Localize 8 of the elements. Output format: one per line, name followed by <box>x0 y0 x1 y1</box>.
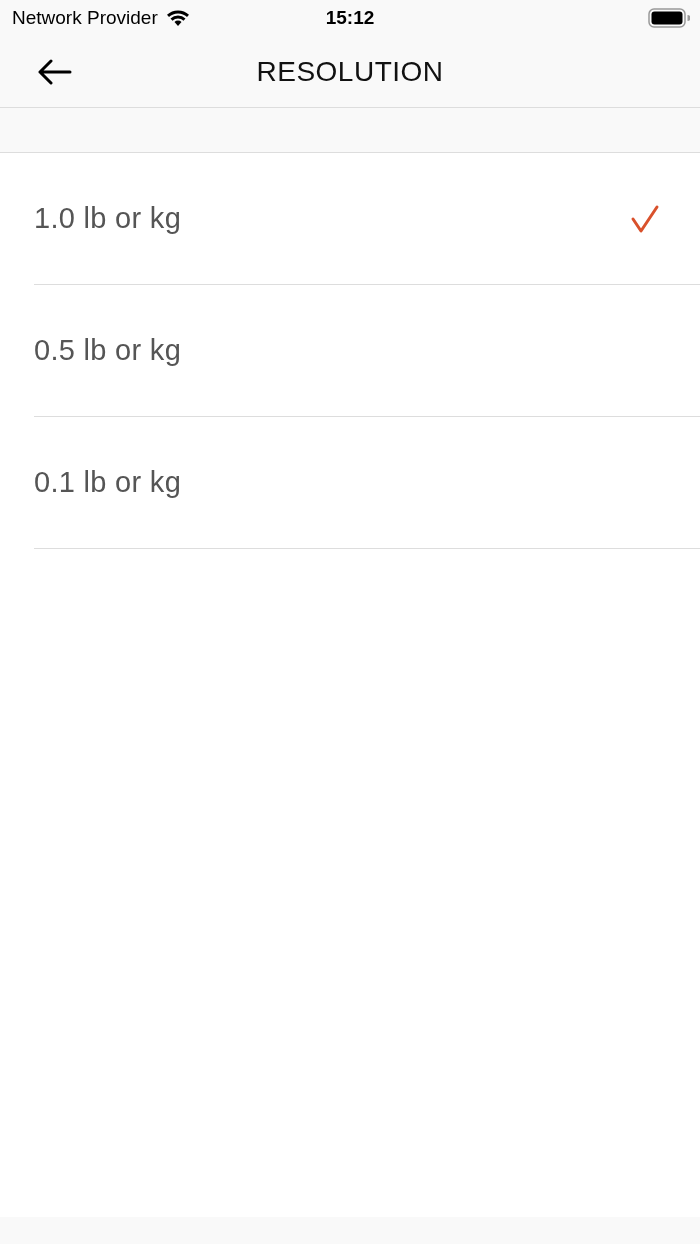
wifi-icon <box>165 9 190 27</box>
carrier-name: Network Provider <box>12 7 158 29</box>
battery-icon <box>648 8 690 28</box>
status-time: 15:12 <box>325 7 375 28</box>
option-row[interactable]: 1.0 lb or kg <box>34 153 700 285</box>
option-row[interactable]: 0.1 lb or kg <box>34 417 700 549</box>
screen-title: RESOLUTION <box>256 55 444 88</box>
option-row[interactable]: 0.5 lb or kg <box>34 285 700 417</box>
